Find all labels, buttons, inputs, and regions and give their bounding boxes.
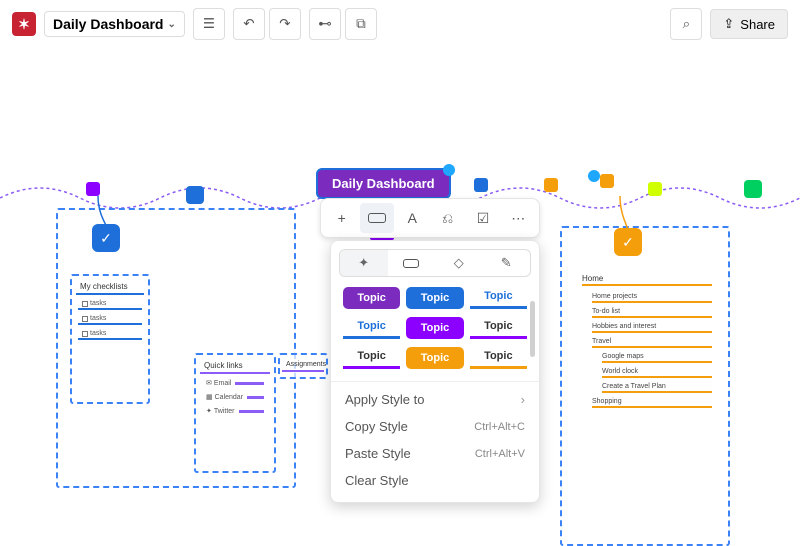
add-child-button[interactable]: + (325, 203, 358, 233)
style-swatch[interactable]: Topic (406, 347, 463, 369)
copy-style-item[interactable]: Copy Style Ctrl+Alt+C (331, 413, 539, 440)
root-topic[interactable]: Daily Dashboard (316, 168, 451, 199)
branch-handle-icon[interactable] (588, 170, 600, 182)
chevron-down-icon: ⌄ (167, 19, 175, 30)
style-panel: ✦ ◇ ✎ Topic Topic Topic Topic Topic Topi… (330, 240, 540, 503)
branch-node[interactable] (86, 182, 100, 196)
menu-button[interactable]: ☰ (193, 8, 225, 40)
style-swatch[interactable]: Topic (343, 347, 400, 369)
list-item[interactable]: ▦Calendar (202, 392, 268, 402)
home-group[interactable]: Home Home projects To-do list Hobbies an… (582, 274, 712, 412)
checkbox-icon (82, 316, 88, 322)
list-item[interactable]: World clock (602, 367, 712, 378)
undo-icon: ↶ (243, 16, 254, 32)
search-button[interactable]: ⌕ (670, 8, 702, 40)
my-checklists-group[interactable]: My checklists tasks tasks tasks (70, 274, 150, 404)
tab-presets[interactable]: ✦ (340, 250, 388, 276)
hamburger-icon: ☰ (203, 16, 215, 32)
my-checklists-title: My checklists (76, 278, 144, 295)
style-swatch[interactable]: Topic (343, 317, 400, 339)
checkbox-icon (82, 301, 88, 307)
branch-node[interactable] (648, 182, 662, 196)
style-swatch[interactable]: Topic (406, 317, 463, 339)
canvas[interactable]: Daily Dashboard ✓ ✓ My checklists tasks … (0, 48, 800, 512)
assignments-title: Assignments (282, 357, 324, 372)
redo-icon: ↷ (279, 16, 290, 32)
quick-links-group[interactable]: Quick links ✉Email ▦Calendar ✦Twitter (194, 353, 276, 473)
apply-style-to-item[interactable]: Apply Style to › (331, 386, 539, 413)
text-style-button[interactable]: A (396, 203, 429, 233)
text-icon: A (408, 210, 417, 226)
context-toolbar: + A ⎌ ☑ ⋯ (320, 198, 540, 238)
checklist-topic-icon[interactable]: ✓ (92, 224, 120, 252)
home-topic-icon[interactable]: ✓ (614, 228, 642, 256)
checkbox-icon (82, 331, 88, 337)
redo-button[interactable]: ↷ (269, 8, 301, 40)
style-swatch[interactable]: Topic (470, 287, 527, 309)
style-swatch[interactable]: Topic (470, 317, 527, 339)
structure-button[interactable]: ⎌ (431, 203, 464, 233)
branch-node[interactable] (186, 186, 204, 204)
divider (331, 381, 539, 382)
tab-fill[interactable]: ◇ (435, 250, 483, 276)
layout-icon: ⧉ (356, 16, 366, 32)
insert-node-icon: ⊷ (318, 16, 331, 32)
more-button[interactable]: ⋯ (502, 203, 535, 233)
list-item[interactable]: To-do list (592, 307, 712, 318)
list-item[interactable]: Google maps (602, 352, 712, 363)
clear-style-item[interactable]: Clear Style (331, 467, 539, 494)
assignments-group[interactable]: Assignments (278, 353, 328, 379)
app-logo-icon: ✶ (12, 12, 36, 36)
insert-node-button[interactable]: ⊷ (309, 8, 341, 40)
tab-border[interactable]: ✎ (483, 250, 531, 276)
list-item[interactable]: ✉Email (202, 378, 268, 388)
branch-node[interactable] (600, 174, 614, 188)
fill-icon: ◇ (454, 255, 464, 271)
share-button[interactable]: ⇪ Share (710, 9, 788, 39)
style-swatch[interactable]: Topic (470, 347, 527, 369)
share-label: Share (740, 17, 775, 32)
style-swatch[interactable]: Topic (343, 287, 400, 309)
quick-links-title: Quick links (200, 357, 270, 374)
structure-icon: ⎌ (442, 210, 453, 227)
rectangle-icon (403, 259, 419, 268)
layout-button[interactable]: ⧉ (345, 8, 377, 40)
list-item[interactable]: Travel (592, 337, 712, 348)
style-swatches: Topic Topic Topic Topic Topic Topic Topi… (331, 287, 539, 377)
paste-style-item[interactable]: Paste Style Ctrl+Alt+V (331, 440, 539, 467)
pen-icon: ✎ (501, 255, 512, 271)
tab-shape[interactable] (388, 250, 436, 276)
plus-icon: + (338, 210, 346, 226)
list-item[interactable]: Hobbies and interest (592, 322, 712, 333)
document-title: Daily Dashboard (53, 16, 163, 32)
list-item[interactable]: tasks (78, 329, 142, 340)
list-item[interactable]: Create a Travel Plan (602, 382, 712, 393)
more-icon: ⋯ (511, 210, 525, 227)
list-item[interactable]: Home projects (592, 292, 712, 303)
task-button[interactable]: ☑ (466, 203, 499, 233)
branch-node[interactable] (474, 178, 488, 192)
list-item[interactable]: Shopping (592, 397, 712, 408)
list-item[interactable]: ✦Twitter (202, 406, 268, 416)
root-topic-label: Daily Dashboard (332, 176, 435, 191)
branch-node[interactable] (744, 180, 762, 198)
document-title-dropdown[interactable]: Daily Dashboard ⌄ (44, 11, 185, 37)
shape-button[interactable] (360, 203, 393, 233)
share-icon: ⇪ (723, 16, 734, 32)
wand-icon: ✦ (358, 255, 369, 271)
style-menu: Apply Style to › Copy Style Ctrl+Alt+C P… (331, 384, 539, 496)
list-item[interactable]: tasks (78, 299, 142, 310)
top-toolbar: ✶ Daily Dashboard ⌄ ☰ ↶ ↷ ⊷ ⧉ ⌕ ⇪ Share (0, 0, 800, 48)
search-icon: ⌕ (683, 16, 690, 32)
rectangle-icon (368, 213, 386, 223)
chevron-right-icon: › (521, 392, 525, 407)
undo-button[interactable]: ↶ (233, 8, 265, 40)
style-tabs: ✦ ◇ ✎ (339, 249, 531, 277)
style-swatch[interactable]: Topic (406, 287, 463, 309)
checkbox-icon: ☑ (477, 210, 490, 227)
list-item[interactable]: tasks (78, 314, 142, 325)
home-title: Home (582, 274, 712, 286)
scrollbar[interactable] (530, 301, 535, 357)
branch-node[interactable] (544, 178, 558, 192)
